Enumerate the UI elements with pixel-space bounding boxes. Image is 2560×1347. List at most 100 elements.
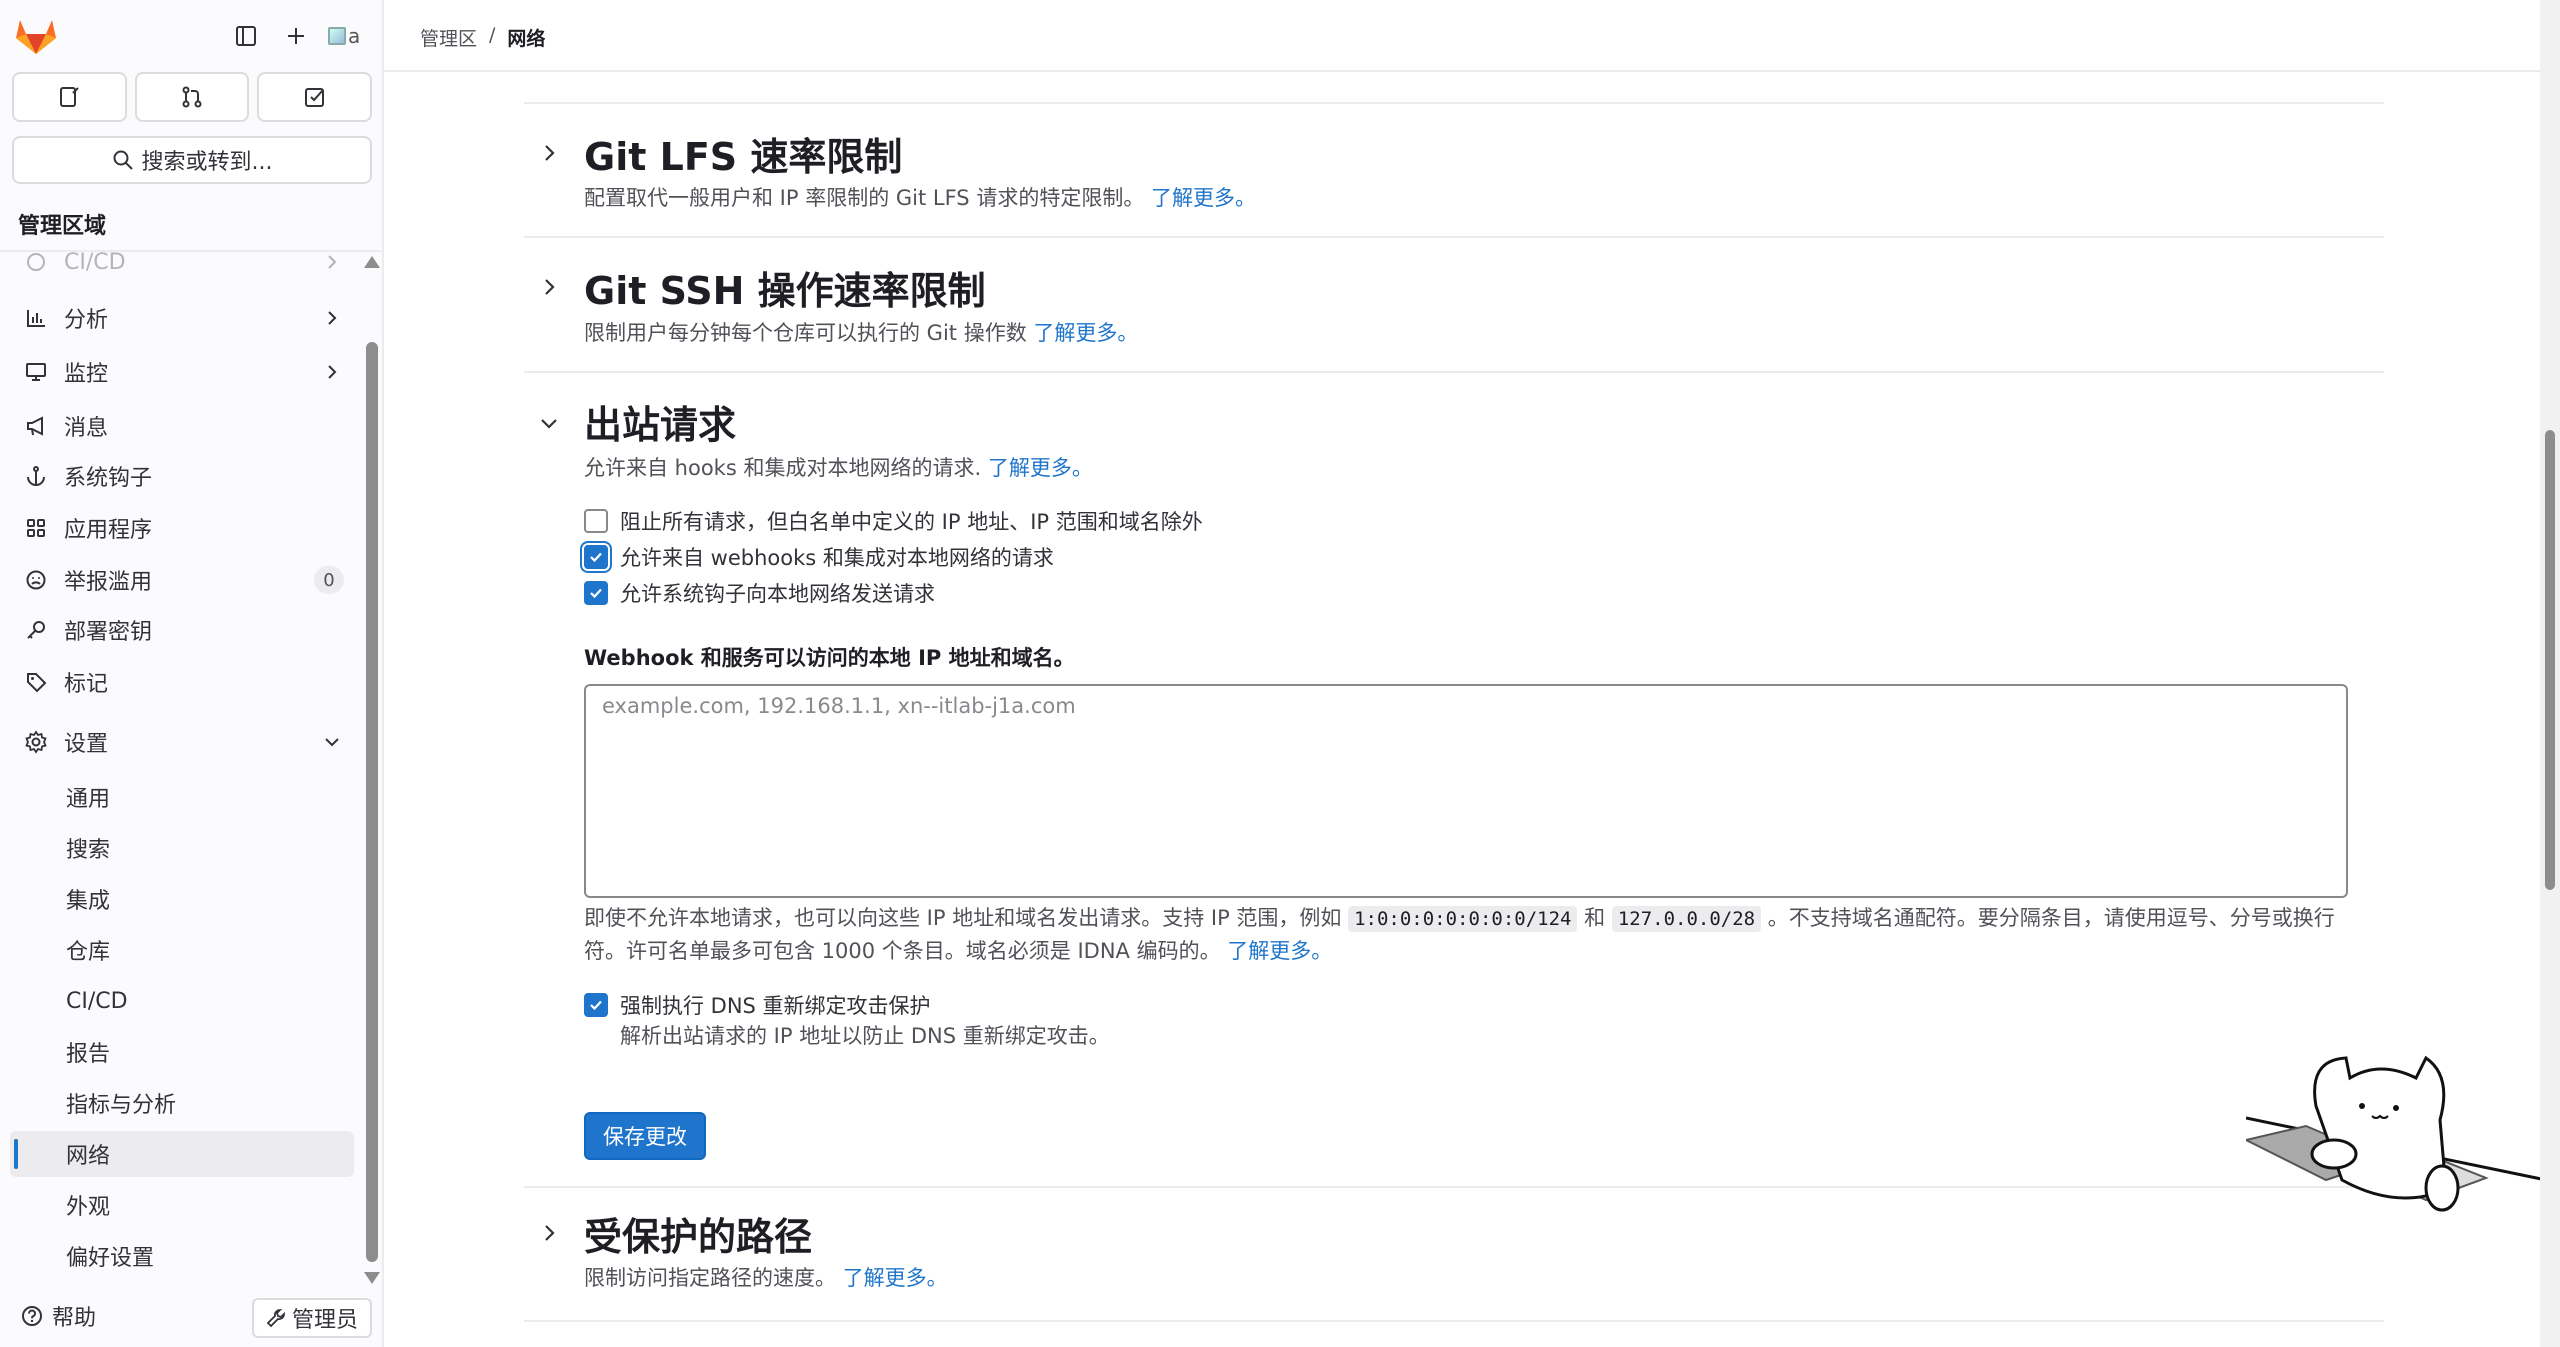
checkbox-allow-webhooks[interactable]: 允许来自 webhooks 和集成对本地网络的请求 (584, 542, 1054, 572)
section-title-lfs[interactable]: Git LFS 速率限制 (584, 126, 902, 181)
gear-icon (22, 728, 50, 756)
scrollbar-thumb[interactable] (366, 342, 378, 1262)
sidebar-sub-cicd[interactable]: CI/CD (10, 978, 354, 1024)
chevron-down-icon[interactable] (534, 408, 564, 438)
checkbox-allow-system-hooks[interactable]: 允许系统钩子向本地网络发送请求 (584, 578, 935, 608)
sidebar-item-deploy-keys[interactable]: 部署密钥 (10, 606, 354, 654)
wrench-icon (266, 1309, 285, 1328)
section-divider (524, 1186, 2384, 1188)
section-title-outbound[interactable]: 出站请求 (584, 394, 736, 449)
rocket-icon (22, 252, 50, 276)
section-divider (524, 236, 2384, 238)
breadcrumb-current[interactable]: 网络 (507, 24, 545, 51)
label-icon (22, 668, 50, 696)
apps-icon (22, 514, 50, 542)
sidebar-sub-label: 偏好设置 (66, 1246, 155, 1271)
chevron-right-icon[interactable] (534, 1218, 564, 1248)
chevron-right-icon (328, 365, 337, 379)
sidebar-item-label: 举报滥用 (64, 570, 153, 595)
code-example-1: 1:0:0:0:0:0:0:0/124 (1348, 906, 1578, 932)
desc-text: 限制访问指定路径的速度。 (584, 1266, 836, 1290)
sidebar-sub-appearance[interactable]: 外观 (10, 1182, 354, 1228)
sidebar-item-system-hooks[interactable]: 系统钩子 (10, 452, 354, 500)
sidebar-item-label: CI/CD (64, 252, 126, 275)
sidebar-sub-integrations[interactable]: 集成 (10, 876, 354, 922)
checkbox[interactable] (584, 545, 608, 569)
sidebar-sub-general[interactable]: 通用 (10, 774, 354, 820)
page-scrollbar[interactable] (2540, 0, 2560, 1347)
sidebar-sub-label: 指标与分析 (66, 1093, 177, 1118)
sidebar-item-applications[interactable]: 应用程序 (10, 504, 354, 552)
chevron-down-icon (325, 738, 339, 747)
sidebar-sub-repository[interactable]: 仓库 (10, 927, 354, 973)
sidebar: a 搜索或转到... 管理区域 CI/CD 分析 监控 消息 系统钩子 应用程序… (0, 0, 384, 1347)
help-button[interactable]: 帮助 (20, 1300, 96, 1332)
sidebar-sub-label: CI/CD (66, 988, 128, 1014)
search-button[interactable]: 搜索或转到... (12, 136, 372, 184)
learn-more-link[interactable]: 了解更多。 (1033, 321, 1138, 345)
plus-icon[interactable] (276, 16, 316, 56)
sidebar-item-messages[interactable]: 消息 (10, 402, 354, 450)
todos-button[interactable] (257, 72, 373, 122)
allowlist-textarea[interactable] (584, 684, 2348, 898)
sidebar-item-monitoring[interactable]: 监控 (10, 348, 354, 396)
toggle-sidebar-icon[interactable] (226, 16, 266, 56)
sidebar-item-labels[interactable]: 标记 (10, 658, 354, 706)
gitlab-logo-icon[interactable] (14, 16, 58, 56)
allowlist-help: 即使不允许本地请求，也可以向这些 IP 地址和域名发出请求。支持 IP 范围，例… (584, 902, 2364, 967)
checkbox-block-all[interactable]: 阻止所有请求，但白名单中定义的 IP 地址、IP 范围和域名除外 (584, 506, 1203, 536)
merge-request-icon (182, 86, 202, 108)
issues-button[interactable] (12, 72, 127, 122)
breadcrumb-root[interactable]: 管理区 (420, 24, 477, 51)
merge-requests-button[interactable] (134, 72, 250, 122)
search-label: 搜索或转到... (141, 150, 273, 175)
help-text-1: 即使不允许本地请求，也可以向这些 IP 地址和域名发出请求。支持 IP 范围，例… (584, 906, 1342, 930)
section-title-protected[interactable]: 受保护的路径 (584, 1206, 812, 1261)
chevron-right-icon[interactable] (534, 138, 564, 168)
help-text-and: 和 (1584, 906, 1606, 930)
checkbox-label: 允许来自 webhooks 和集成对本地网络的请求 (620, 546, 1054, 570)
sidebar-header: a (0, 0, 384, 72)
learn-more-link[interactable]: 了解更多。 (988, 456, 1093, 480)
sidebar-item-cicd[interactable]: CI/CD (10, 252, 354, 286)
section-title-ssh[interactable]: Git SSH 操作速率限制 (584, 260, 986, 315)
avatar[interactable]: a (328, 18, 368, 54)
learn-more-link[interactable]: 了解更多。 (1151, 186, 1256, 210)
sidebar-sub-label: 报告 (66, 1042, 111, 1067)
sidebar-item-label: 设置 (64, 732, 109, 757)
chevron-right-icon[interactable] (534, 272, 564, 302)
abuse-icon (22, 566, 50, 594)
section-desc-protected: 限制访问指定路径的速度。 了解更多。 (584, 1262, 948, 1292)
sidebar-sub-label: 外观 (66, 1195, 111, 1220)
checkbox[interactable] (584, 509, 608, 533)
sidebar-item-analytics[interactable]: 分析 (10, 294, 354, 342)
sidebar-sub-reporting[interactable]: 报告 (10, 1029, 354, 1075)
sidebar-sub-label: 集成 (66, 889, 111, 914)
checkbox[interactable] (584, 581, 608, 605)
anchor-icon (22, 462, 50, 490)
sidebar-sub-preferences[interactable]: 偏好设置 (10, 1233, 354, 1279)
bullhorn-icon (22, 412, 50, 440)
sidebar-item-settings[interactable]: 设置 (10, 718, 354, 766)
sidebar-item-abuse-reports[interactable]: 举报滥用 0 (10, 556, 354, 604)
sidebar-sub-search[interactable]: 搜索 (10, 825, 354, 871)
sidebar-sub-metrics[interactable]: 指标与分析 (10, 1080, 354, 1126)
scroll-down-arrow[interactable] (364, 1272, 380, 1284)
scroll-up-arrow[interactable] (364, 256, 380, 268)
sidebar-item-label: 监控 (64, 362, 109, 387)
checkbox-dns-rebind[interactable]: 强制执行 DNS 重新绑定攻击保护 (584, 990, 931, 1020)
main-content: Git LFS 速率限制 配置取代一般用户和 IP 率限制的 Git LFS 请… (384, 72, 2540, 1347)
admin-button[interactable]: 管理员 (252, 1298, 372, 1338)
quick-actions (12, 72, 373, 122)
learn-more-link[interactable]: 了解更多。 (843, 1266, 948, 1290)
checkbox-label: 允许系统钩子向本地网络发送请求 (620, 582, 935, 606)
learn-more-link[interactable]: 了解更多。 (1227, 939, 1332, 963)
checkbox[interactable] (584, 993, 608, 1017)
page-scrollbar-thumb[interactable] (2545, 430, 2555, 890)
sidebar-sub-network[interactable]: 网络 (10, 1131, 354, 1177)
save-changes-button[interactable]: 保存更改 (584, 1112, 706, 1160)
checkmark-icon (590, 588, 602, 599)
sidebar-scrollbar[interactable] (362, 252, 380, 1288)
sidebar-item-label: 消息 (64, 416, 109, 441)
section-divider (524, 102, 2384, 104)
